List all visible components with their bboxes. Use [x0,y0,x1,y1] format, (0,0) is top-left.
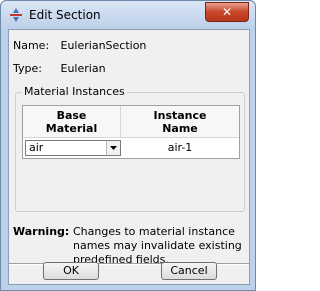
window-title: Edit Section [29,8,101,22]
base-material-value: air [29,141,44,154]
name-value: EulerianSection [60,39,147,52]
ok-button[interactable]: OK [43,262,99,280]
edit-section-dialog: Edit Section ✕ Name: EulerianSection Typ… [0,0,256,291]
cancel-button[interactable]: Cancel [161,262,217,280]
column-header-instance-name[interactable]: Instance Name [121,106,239,138]
instance-name-cell[interactable]: air-1 [123,139,237,157]
group-title: Material Instances [22,85,127,98]
dropdown-arrow-icon[interactable] [106,141,120,155]
title-bar[interactable]: Edit Section ✕ [1,1,255,29]
app-icon [10,8,22,22]
base-material-select[interactable]: air [25,140,121,156]
type-label: Type: [13,62,42,75]
material-instances-table: Base Material Instance Name air air-1 [22,105,240,159]
type-row: Type: Eulerian [13,62,106,75]
warning-label: Warning: [13,225,70,238]
type-value: Eulerian [60,62,106,75]
column-header-base-material[interactable]: Base Material [23,106,121,138]
dialog-body: Name: EulerianSection Type: Eulerian Mat… [8,29,250,285]
warning-text: Changes to material instance names may i… [73,225,242,266]
name-label: Name: [13,39,50,52]
material-instances-group: Material Instances Base Material Instanc… [15,85,245,212]
close-button[interactable]: ✕ [205,2,249,22]
name-row: Name: EulerianSection [13,39,146,52]
close-icon: ✕ [221,5,233,19]
